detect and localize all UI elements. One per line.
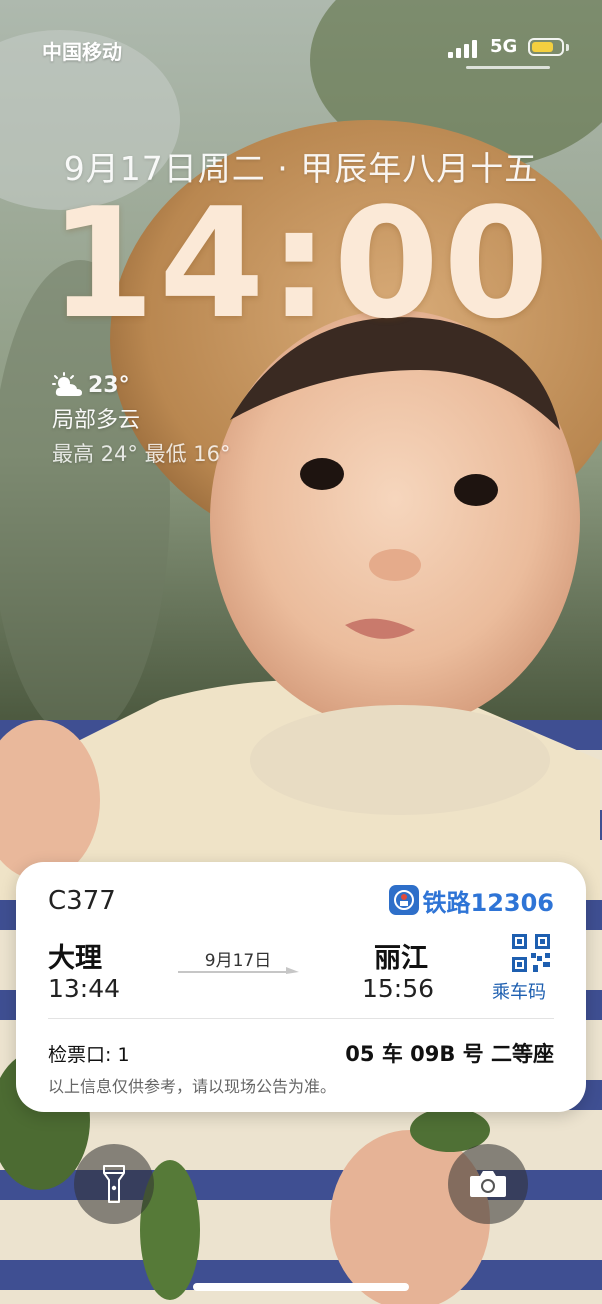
direction-arrow-icon xyxy=(178,967,299,974)
arrival-time: 15:56 xyxy=(362,974,435,1003)
railway-12306-brand: 铁路12306 xyxy=(388,884,555,917)
flashlight-button[interactable] xyxy=(74,1144,154,1224)
railway-logo-icon xyxy=(388,885,419,915)
weather-widget[interactable]: 23° 局部多云 最高 24° 最低 16° xyxy=(52,370,230,468)
qr-code-icon[interactable] xyxy=(512,934,550,972)
flashlight-icon xyxy=(103,1165,125,1203)
ticket-divider xyxy=(48,1018,554,1019)
signal-icon xyxy=(448,38,484,58)
weather-range: 最高 24° 最低 16° xyxy=(52,442,231,466)
arrival-city: 丽江 xyxy=(374,943,428,974)
battery-icon xyxy=(528,38,564,56)
train-number: C377 xyxy=(48,886,116,916)
seat-info: 05 车 09B 号 二等座 xyxy=(345,1042,554,1066)
battery-fill xyxy=(532,42,553,52)
boarding-code-label[interactable]: 乘车码 xyxy=(492,978,546,1004)
departure-city: 大理 xyxy=(48,943,102,974)
departure-time: 13:44 xyxy=(48,974,121,1003)
lock-screen: 中国移动 5G 9月17日周二 · 甲辰年八月十五 14:00 23° 局部多云… xyxy=(0,0,602,1304)
partly-cloudy-icon xyxy=(52,372,82,396)
brand-name: 铁路12306 xyxy=(422,888,555,917)
ticket-gate: 检票口: 1 xyxy=(48,1044,130,1066)
train-ticket-widget[interactable]: C377 铁路12306 大理 13:44 9月17日 丽江 15:56 乘车码… xyxy=(16,862,586,1112)
camera-icon xyxy=(470,1171,506,1197)
camera-button[interactable] xyxy=(448,1144,528,1224)
lock-clock: 14:00 xyxy=(49,175,553,352)
weather-condition: 局部多云 xyxy=(52,408,141,433)
battery-tip xyxy=(566,44,569,51)
network-type: 5G xyxy=(490,36,518,57)
disclaimer-note: 以上信息仅供参考，请以现场公告为准。 xyxy=(48,1077,337,1096)
control-center-indicator[interactable] xyxy=(466,66,550,69)
home-indicator[interactable] xyxy=(193,1283,409,1291)
carrier-label: 中国移动 xyxy=(42,40,122,64)
weather-temperature: 23° xyxy=(88,372,130,398)
